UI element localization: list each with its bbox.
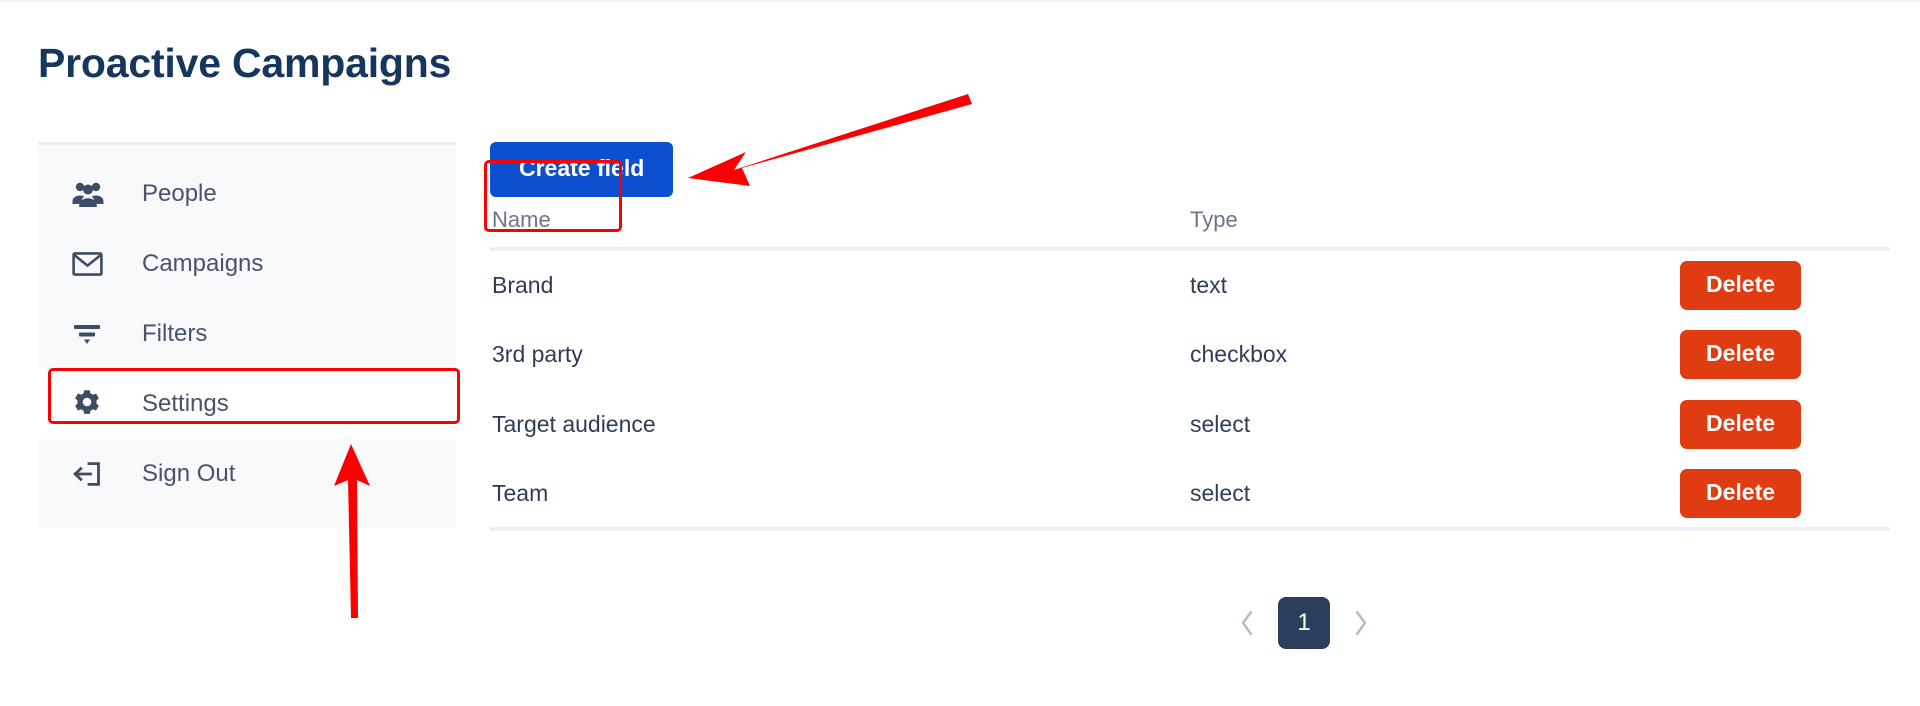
cell-actions: Delete bbox=[1650, 459, 1890, 531]
create-field-button[interactable]: Create field bbox=[490, 142, 674, 197]
table-body: Brand text Delete 3rd party checkbox Del… bbox=[490, 249, 1890, 531]
table-row: Target audience select Delete bbox=[490, 389, 1890, 459]
table-row: 3rd party checkbox Delete bbox=[490, 319, 1890, 389]
app-root: Proactive Campaigns People Campaigns Fil… bbox=[0, 0, 1920, 706]
delete-button[interactable]: Delete bbox=[1680, 468, 1802, 518]
gear-icon bbox=[72, 386, 114, 422]
cell-field-name: Target audience bbox=[492, 410, 656, 437]
cell-field-type: text bbox=[1190, 271, 1228, 298]
fields-table: Name Type Brand text Delete 3rd party ch… bbox=[490, 207, 1890, 531]
sidebar-item-filters[interactable]: Filters bbox=[38, 299, 456, 369]
sidebar-item-sign-out[interactable]: Sign Out bbox=[38, 439, 456, 509]
sidebar-item-label: People bbox=[142, 180, 217, 207]
sidebar-item-campaigns[interactable]: Campaigns bbox=[38, 229, 456, 299]
delete-button[interactable]: Delete bbox=[1680, 399, 1802, 449]
cell-actions: Delete bbox=[1650, 389, 1890, 459]
sidebar-item-label: Campaigns bbox=[142, 250, 264, 277]
cell-actions: Delete bbox=[1650, 319, 1890, 389]
pagination-prev-button[interactable] bbox=[1230, 603, 1264, 643]
cell-field-type: select bbox=[1190, 410, 1251, 437]
sign-out-icon bbox=[72, 456, 114, 492]
cell-field-name: Brand bbox=[492, 271, 554, 298]
sidebar: People Campaigns Filters Settings Sign O… bbox=[38, 142, 456, 527]
pagination-next-button[interactable] bbox=[1344, 603, 1378, 643]
table-header-row: Name Type bbox=[490, 207, 1890, 251]
cell-field-type: select bbox=[1190, 459, 1650, 531]
pagination-page-1[interactable]: 1 bbox=[1278, 597, 1330, 649]
cell-actions: Delete bbox=[1650, 249, 1890, 319]
sidebar-item-label: Filters bbox=[142, 320, 208, 347]
sidebar-item-label: Sign Out bbox=[142, 460, 236, 487]
sidebar-item-people[interactable]: People bbox=[38, 159, 456, 229]
cell-field-type: checkbox bbox=[1190, 340, 1288, 367]
cell-field-name: 3rd party bbox=[492, 340, 583, 367]
filter-icon bbox=[72, 316, 114, 352]
people-icon bbox=[72, 176, 114, 212]
column-header-type: Type bbox=[1190, 207, 1650, 251]
cell-field-name: Team bbox=[490, 459, 1190, 531]
page-title: Proactive Campaigns bbox=[38, 40, 452, 86]
table-row: Brand text Delete bbox=[490, 249, 1890, 319]
delete-button[interactable]: Delete bbox=[1680, 260, 1802, 310]
column-header-actions bbox=[1650, 207, 1890, 251]
delete-button[interactable]: Delete bbox=[1680, 329, 1802, 379]
table-row: Team select Delete bbox=[490, 459, 1890, 531]
table-header: Name Type bbox=[490, 207, 1890, 251]
column-header-name: Name bbox=[490, 207, 1190, 251]
envelope-icon bbox=[72, 246, 114, 282]
sidebar-item-settings[interactable]: Settings bbox=[38, 369, 456, 439]
sidebar-item-label: Settings bbox=[142, 390, 229, 417]
pagination: 1 bbox=[1230, 597, 1378, 649]
main-content: Create field Name Type Brand text Delete bbox=[490, 142, 1920, 531]
